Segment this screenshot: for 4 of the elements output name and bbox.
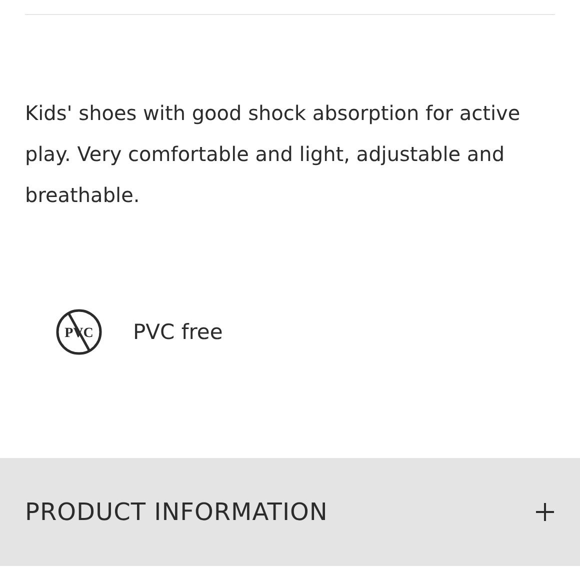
accordion-header[interactable]: PRODUCT INFORMATION — [0, 458, 580, 566]
plus-icon[interactable] — [535, 502, 555, 522]
feature-label: PVC free — [133, 320, 223, 344]
product-description: Kids' shoes with good shock absorption for active play. Very comfortable and light, adjustable and breathable. — [25, 100, 522, 209]
